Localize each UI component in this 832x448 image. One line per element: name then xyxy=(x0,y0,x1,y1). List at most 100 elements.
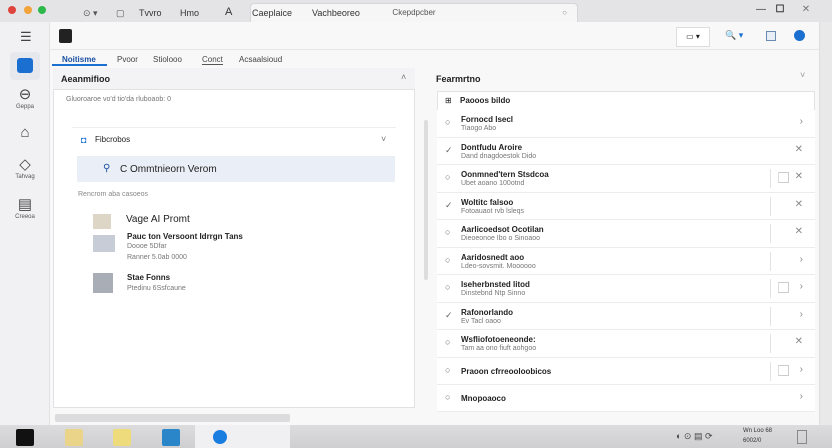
view-dropdown[interactable]: ▭ ▾ xyxy=(676,27,710,47)
font-icon[interactable]: A xyxy=(225,6,232,18)
menu-icon[interactable]: ☰ xyxy=(20,29,32,45)
list-row[interactable]: ○ Wsfliofotoeneonde: Tam aa ono fiuft ao… xyxy=(437,330,815,358)
list-row[interactable]: ○ Aarlicoedsot Ocotilan Dieoeonoe Ibo o … xyxy=(437,220,815,248)
radio-icon[interactable]: ○ xyxy=(445,172,450,182)
maximize-button[interactable]: ☐ xyxy=(771,3,789,17)
collapse-icon[interactable]: ˄ xyxy=(401,72,406,82)
tab-2[interactable]: Pvoor xyxy=(117,55,138,64)
zoom-dot[interactable] xyxy=(38,6,46,14)
folder-icon[interactable] xyxy=(65,429,83,446)
vertical-scrollbar[interactable] xyxy=(424,120,428,280)
cup-icon: ⊖ xyxy=(18,86,32,103)
refresh-icon[interactable]: ○ xyxy=(562,4,567,22)
window-title-tab[interactable]: Ckepdpcber ○ xyxy=(250,3,578,22)
rail-item-home[interactable]: ⌂ xyxy=(4,124,46,142)
remove-icon[interactable]: ✕ xyxy=(795,144,803,155)
remove-icon[interactable]: ✕ xyxy=(795,336,803,347)
location-icon[interactable] xyxy=(794,30,805,41)
result-title[interactable]: Pauc ton Versoont Idrrgn Tans xyxy=(127,232,243,241)
chevron-right-icon[interactable]: › xyxy=(800,281,803,292)
row-subtitle: Tam aa ono fiuft aohgoo xyxy=(461,345,537,352)
toolbar-item-1[interactable]: Tvvro xyxy=(139,8,162,18)
toolbar-item-2[interactable]: Hmo xyxy=(180,8,199,18)
taskbar-active-app[interactable] xyxy=(195,425,290,448)
radio-icon[interactable]: ○ xyxy=(445,392,450,402)
checkmark-icon[interactable]: ✓ xyxy=(445,200,453,211)
rail-item-active[interactable] xyxy=(10,52,40,80)
search-button[interactable]: 🔍 ▾ xyxy=(725,30,743,41)
divider xyxy=(770,224,771,243)
chevron-right-icon[interactable]: › xyxy=(800,309,803,320)
files-icon[interactable] xyxy=(162,429,180,446)
remove-icon[interactable]: ✕ xyxy=(795,199,803,210)
row-title: Iseherbnsted litod xyxy=(461,280,530,289)
filter-label: Fibcrobos xyxy=(95,135,131,144)
rail-item-panel[interactable]: ▤ Creeoa xyxy=(4,196,46,220)
clock-time[interactable]: Wn Loo 68 xyxy=(743,428,772,434)
tray-icons[interactable]: ◐ ⊙ ▤ ⟳ xyxy=(676,431,713,442)
list-row[interactable]: ○ Aaridosnedt aoo Ldeo-sovsmit. Moooooo … xyxy=(437,247,815,275)
minimize-button[interactable]: — xyxy=(752,3,770,17)
chevron-right-icon[interactable]: › xyxy=(800,116,803,127)
chevron-right-icon[interactable]: › xyxy=(800,254,803,265)
result-title[interactable]: Stae Fonns xyxy=(127,273,170,282)
checkmark-icon[interactable]: ✓ xyxy=(445,310,453,321)
list-row[interactable]: ✓ Rafonorlando Ev Tacl oaoo › xyxy=(437,302,815,330)
start-button[interactable] xyxy=(16,429,34,446)
radio-icon[interactable]: ○ xyxy=(445,227,450,237)
result-title[interactable]: Vage AI Promt xyxy=(126,214,190,225)
history-icon[interactable]: ⊙ ▾ xyxy=(83,8,98,19)
list-row[interactable]: ✓ Woltitc falsoo Fotoauaot rvb lsleqs ✕ xyxy=(437,192,815,220)
checkbox[interactable] xyxy=(778,282,789,293)
toolbar-item-3[interactable]: Caeplaice xyxy=(252,8,292,18)
remove-icon[interactable]: ✕ xyxy=(795,226,803,237)
tab-1[interactable]: Noitisme xyxy=(62,55,96,64)
row-title: Mnopoaoco xyxy=(461,393,506,403)
left-subtitle: Gluoroaroe vo'd tio'da rluboaob: 0 xyxy=(66,96,172,103)
server-icon xyxy=(93,273,113,293)
minimize-dot[interactable] xyxy=(24,6,32,14)
chevron-down-icon[interactable]: ˅ xyxy=(800,70,805,80)
comment-icon[interactable]: ▢ xyxy=(116,8,125,19)
list-row[interactable]: ✓ Dontfudu Aroire Dand dnagdoestok Dido … xyxy=(437,137,815,165)
result-line: Ptedinu 6Ssfcaune xyxy=(127,285,186,292)
box-icon xyxy=(93,214,111,229)
clock-date[interactable]: 6002/0 xyxy=(743,438,761,444)
radio-icon[interactable]: ○ xyxy=(445,365,450,375)
radio-icon[interactable]: ○ xyxy=(445,255,450,265)
list-row[interactable]: ○ Oonmned'tern Stsdcoa Ubet aoano 100otn… xyxy=(437,165,815,193)
horizontal-scrollbar[interactable] xyxy=(55,414,290,422)
checkmark-icon[interactable]: ✓ xyxy=(445,145,453,156)
browser-icon xyxy=(213,430,227,444)
rail-item-geppa[interactable]: ⊖ Geppa xyxy=(4,86,46,110)
checkbox[interactable] xyxy=(778,364,789,376)
folder-icon[interactable] xyxy=(113,429,131,446)
tab-4[interactable]: Conct xyxy=(202,55,223,65)
layout-icon[interactable] xyxy=(766,31,776,41)
divider xyxy=(770,334,771,353)
row-subtitle: Ldeo-sovsmit. Moooooo xyxy=(461,262,536,270)
close-button[interactable]: ✕ xyxy=(797,3,815,17)
radio-icon[interactable]: ○ xyxy=(445,337,450,347)
chevron-right-icon[interactable]: › xyxy=(800,391,803,402)
tab-3[interactable]: Stiolooo xyxy=(153,55,182,64)
chevron-right-icon[interactable]: › xyxy=(800,364,803,375)
list-row[interactable]: ○ Iseherbnsted litod Dinstebnd Ntp Sinno… xyxy=(437,275,815,303)
close-dot[interactable] xyxy=(8,6,16,14)
tab-5[interactable]: Acsaalsioud xyxy=(239,55,282,64)
toolbar-item-4[interactable]: Vachbeoreo xyxy=(312,8,360,18)
row-subtitle: Dieoeonoe Ibo o Sinoaoo xyxy=(461,235,541,242)
rail-item-tag[interactable]: ◇ Tahvag xyxy=(4,156,46,180)
remove-icon[interactable]: ✕ xyxy=(795,171,803,182)
list-row[interactable]: ○ Praoon cfrreooloobicos › xyxy=(437,357,815,385)
active-tab-indicator xyxy=(52,64,107,66)
list-row[interactable]: ○ Fornocd lsecl Tiaogo Abo › xyxy=(437,110,815,138)
edit-icon[interactable] xyxy=(59,29,72,43)
list-row[interactable]: ○ Mnopoaoco › xyxy=(437,384,815,412)
checkbox[interactable] xyxy=(778,172,789,183)
radio-icon[interactable]: ○ xyxy=(445,282,450,292)
row-subtitle: Dand dnagdoestok Dido xyxy=(461,152,537,160)
radio-icon[interactable]: ○ xyxy=(445,117,450,127)
chevron-down-icon[interactable]: ˅ xyxy=(381,134,386,144)
notification-icon[interactable] xyxy=(797,430,807,444)
